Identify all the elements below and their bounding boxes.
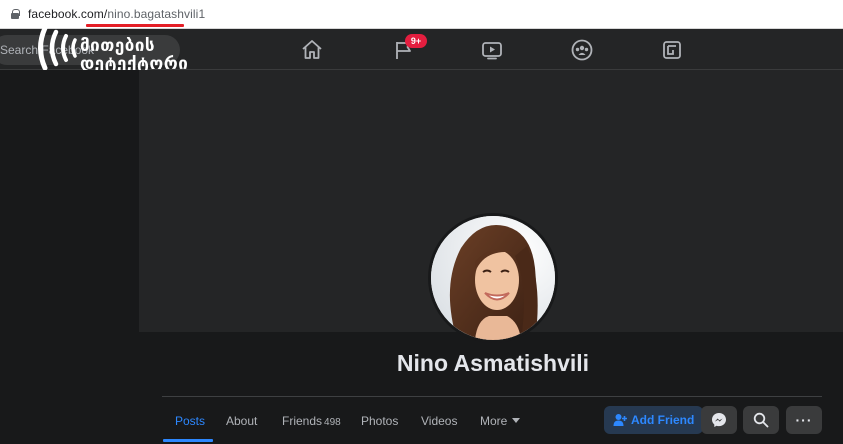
left-sidebar bbox=[0, 70, 139, 444]
groups-icon[interactable] bbox=[569, 37, 595, 63]
header-divider bbox=[162, 396, 822, 397]
active-tab-indicator bbox=[163, 439, 213, 442]
tab-more-label: More bbox=[480, 414, 508, 428]
search-icon bbox=[753, 412, 769, 428]
url-text[interactable]: facebook.com/nino.bagatashvili1 bbox=[28, 7, 205, 21]
search-profile-button[interactable] bbox=[743, 406, 779, 434]
add-friend-icon bbox=[613, 414, 627, 426]
tab-posts-label: Posts bbox=[175, 414, 206, 428]
tab-photos[interactable]: Photos bbox=[361, 406, 398, 436]
tab-friends[interactable]: Friends 498 bbox=[282, 406, 341, 436]
home-icon[interactable] bbox=[299, 37, 325, 63]
tab-about[interactable]: About bbox=[226, 406, 257, 436]
watermark-logo: მითების დეტექტორი bbox=[36, 24, 206, 76]
more-dots-icon: ··· bbox=[795, 412, 813, 428]
url-domain: facebook.com/ bbox=[28, 7, 108, 21]
add-friend-label: Add Friend bbox=[631, 413, 695, 427]
profile-avatar[interactable] bbox=[428, 213, 558, 343]
tab-about-label: About bbox=[226, 414, 258, 428]
profile-photo bbox=[431, 216, 555, 340]
watermark-mark-icon bbox=[38, 25, 77, 71]
tab-more[interactable]: More bbox=[480, 406, 521, 436]
url-path: nino.bagatashvili1 bbox=[107, 7, 206, 21]
watermark-text-line1: მითების bbox=[80, 36, 156, 56]
more-options-button[interactable]: ··· bbox=[786, 406, 822, 434]
tab-videos-label: Videos bbox=[421, 414, 458, 428]
messenger-button[interactable] bbox=[701, 406, 737, 434]
gaming-icon[interactable] bbox=[659, 37, 685, 63]
profile-name: Nino Asmatishvili bbox=[396, 350, 590, 376]
lock-icon bbox=[11, 9, 20, 19]
notification-badge: 9+ bbox=[405, 34, 427, 48]
messenger-icon bbox=[712, 413, 726, 427]
tab-photos-label: Photos bbox=[361, 414, 399, 428]
tab-friends-label: Friends bbox=[282, 414, 323, 428]
friends-count: 498 bbox=[324, 417, 341, 428]
add-friend-button[interactable]: Add Friend bbox=[604, 406, 704, 434]
tab-posts[interactable]: Posts bbox=[175, 406, 205, 436]
watch-icon[interactable] bbox=[479, 37, 505, 63]
tab-videos[interactable]: Videos bbox=[421, 406, 457, 436]
caret-down-icon bbox=[512, 418, 521, 423]
